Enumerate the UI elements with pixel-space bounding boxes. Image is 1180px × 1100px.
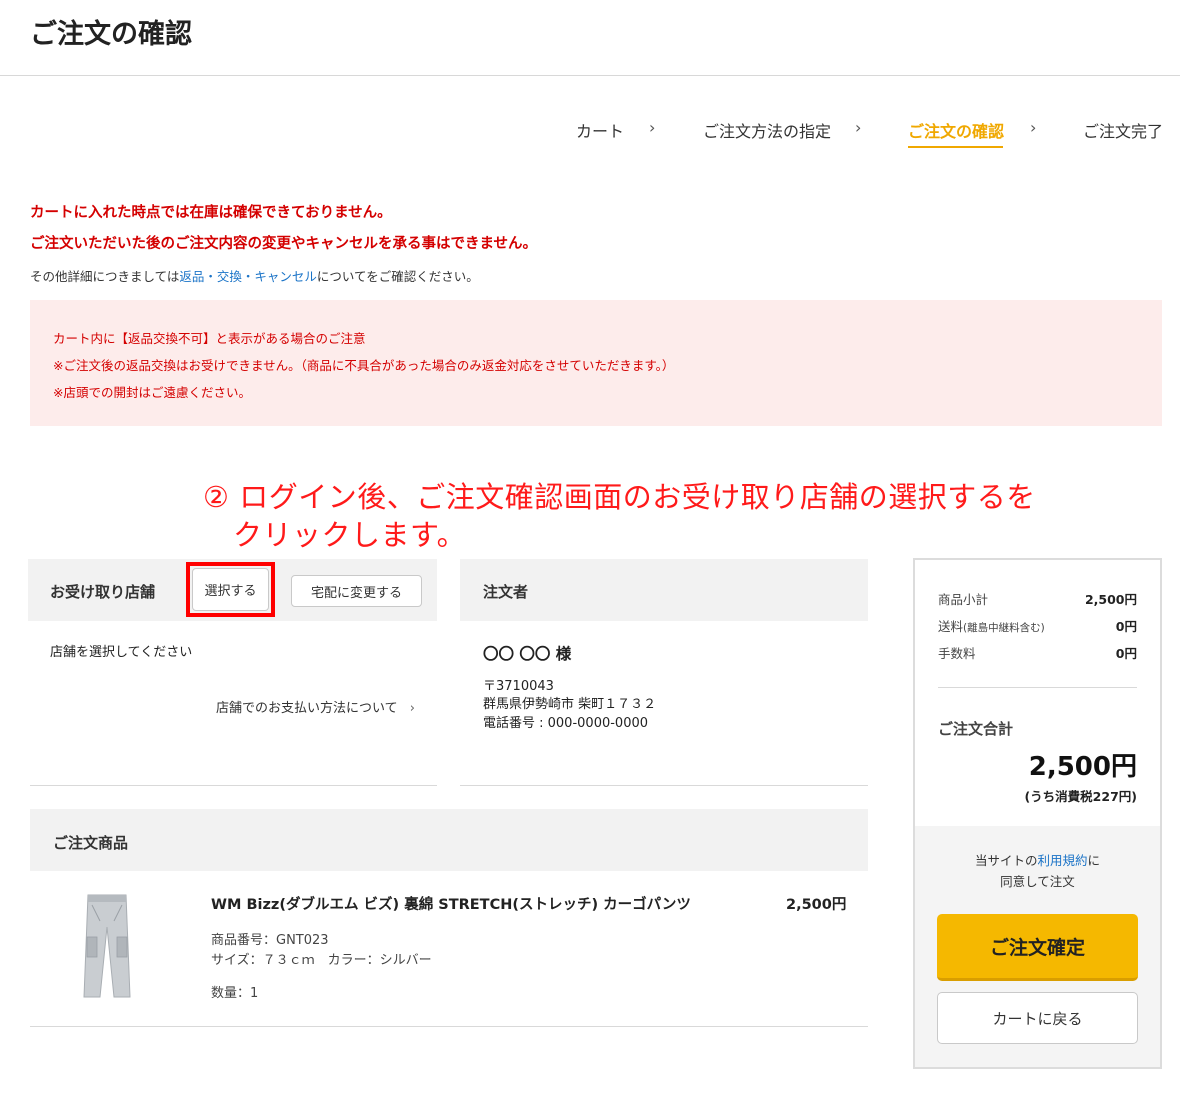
notice-title: カート内に【返品交換不可】と表示がある場合のご注意 <box>53 331 366 346</box>
cargo-pants-icon <box>83 894 131 998</box>
product-quantity: 数量：1 <box>211 986 259 1001</box>
products-divider <box>30 1026 868 1027</box>
details-prefix: その他詳細につきましては <box>30 269 180 284</box>
subtotal-label: 商品小計 <box>938 592 989 607</box>
store-payment-link[interactable]: 店舗でのお支払い方法について › <box>216 697 415 716</box>
active-step-underline <box>908 146 1003 148</box>
step-cart: カート <box>576 122 625 141</box>
pickup-divider <box>30 785 437 786</box>
fee-label: 手数料 <box>938 646 976 661</box>
terms-prefix: 当サイトの <box>974 853 1038 868</box>
chevron-right-icon: › <box>649 118 656 137</box>
notice-line-2: ※店頭での開封はご遠慮ください。 <box>53 385 251 400</box>
store-payment-link-label: 店舗でのお支払い方法について <box>216 701 398 716</box>
orderer-postal: 〒3710043 <box>483 679 554 694</box>
stock-warning: カートに入れた時点では在庫は確保できておりません。 <box>30 205 392 221</box>
product-size-color: サイズ：７３ｃｍ カラー：シルバー <box>211 953 432 968</box>
products-title: ご注文商品 <box>53 834 129 852</box>
total-label: ご注文合計 <box>938 720 1014 738</box>
terms-agree-line: 当サイトの利用規約に <box>915 850 1160 869</box>
chevron-right-icon: › <box>409 701 415 716</box>
product-price: 2,500円 <box>786 897 847 913</box>
summary-divider <box>938 687 1137 688</box>
step-order-confirm: ご注文の確認 <box>908 122 1005 141</box>
confirm-order-button[interactable]: ご注文確定 <box>937 914 1138 981</box>
terms-link[interactable]: 利用規約 <box>1037 853 1087 868</box>
cargo-pants-image <box>78 893 136 1001</box>
return-policy-link[interactable]: 返品・交換・キャンセル <box>179 269 317 284</box>
details-suffix: についてをご確認ください。 <box>316 269 479 284</box>
details-note: その他詳細につきましては返品・交換・キャンセルについてをご確認ください。 <box>30 266 479 285</box>
step-order-method: ご注文方法の指定 <box>703 122 832 141</box>
change-to-delivery-button[interactable]: 宅配に変更する <box>291 575 422 607</box>
tax-note: (うち消費税227円) <box>1024 789 1137 804</box>
total-value: 2,500円 <box>1028 752 1137 782</box>
terms-agree-line-2: 同意して注文 <box>1000 874 1075 889</box>
store-placeholder: 店舗を選択してください <box>50 645 193 660</box>
annotation-line-2: クリックします。 <box>233 518 467 552</box>
subtotal-value: 2,500円 <box>1084 592 1137 607</box>
products-header <box>30 809 868 871</box>
header-divider <box>0 75 1180 76</box>
orderer-name: 〇〇 〇〇 様 <box>483 645 572 663</box>
product-name[interactable]: WM Bizz(ダブルエム ビズ) 裏綿 STRETCH(ストレッチ) カーゴパ… <box>211 893 691 914</box>
shipping-label-row: 送料(離島中継料含む) <box>938 616 1045 635</box>
product-code: 商品番号：GNT023 <box>211 933 329 948</box>
step-order-complete: ご注文完了 <box>1083 122 1164 141</box>
orderer-divider <box>460 785 868 786</box>
chevron-right-icon: › <box>1030 118 1037 137</box>
shipping-note: (離島中継料含む) <box>963 622 1045 634</box>
page-title: ご注文の確認 <box>30 19 192 50</box>
shipping-label: 送料 <box>938 619 964 634</box>
shipping-value: 0円 <box>1115 619 1137 634</box>
orderer-title: 注文者 <box>483 583 529 601</box>
fee-value: 0円 <box>1115 646 1137 661</box>
orderer-phone: 電話番号 : 000-0000-0000 <box>483 716 649 731</box>
orderer-address: 群馬県伊勢崎市 柴町１７３２ <box>483 697 657 712</box>
chevron-right-icon: › <box>855 118 862 137</box>
pickup-store-title: お受け取り店舗 <box>50 583 156 601</box>
notice-line-1: ※ご注文後の返品交換はお受けできません。（商品に不具合があった場合のみ返金対応を… <box>53 358 675 373</box>
terms-suffix: に <box>1087 853 1101 868</box>
annotation-line-1: ② ログイン後、ご注文確認画面のお受け取り店舗の選択するを <box>203 480 1036 514</box>
highlight-box <box>186 562 275 617</box>
back-to-cart-button[interactable]: カートに戻る <box>937 992 1138 1044</box>
cancel-warning: ご注文いただいた後のご注文内容の変更やキャンセルを承る事はできません。 <box>30 236 538 252</box>
